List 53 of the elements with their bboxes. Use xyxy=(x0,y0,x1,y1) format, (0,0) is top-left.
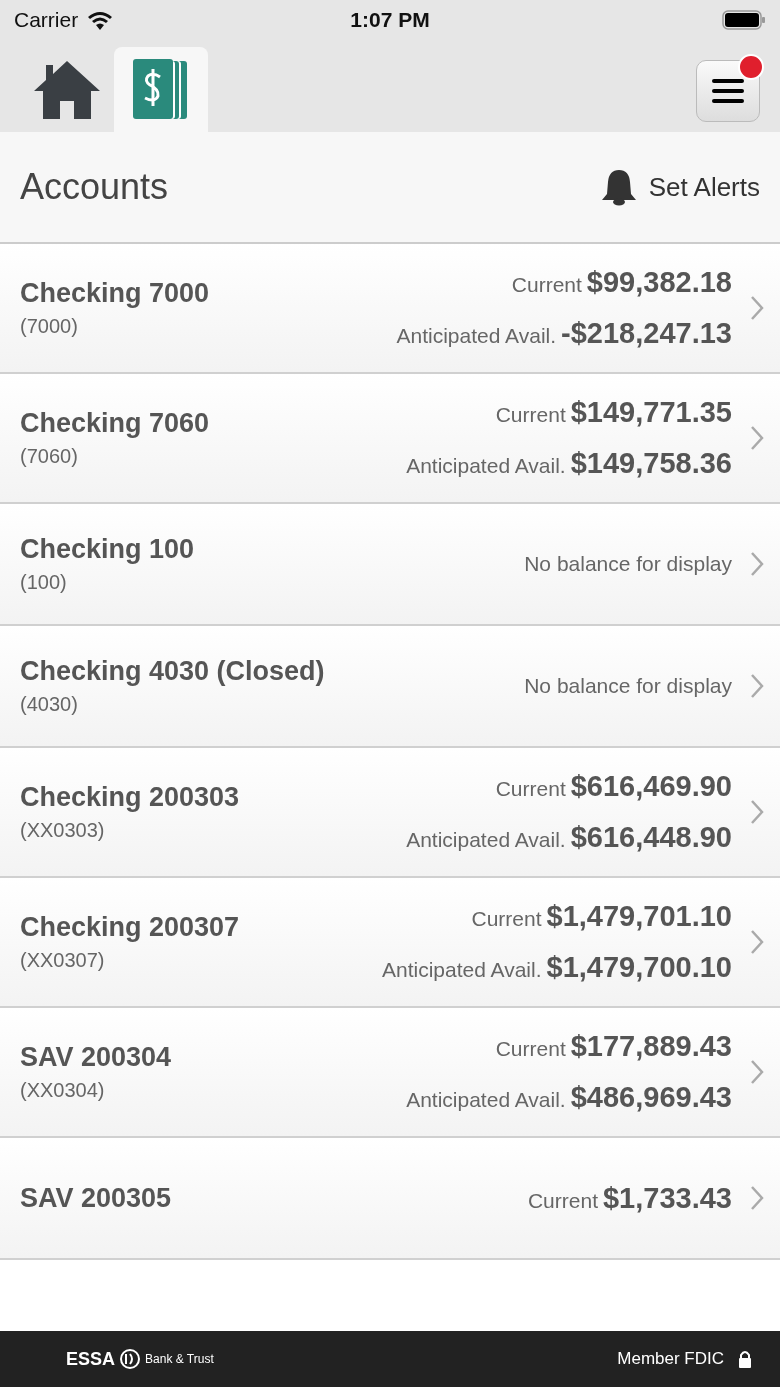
balance-line: Current $616,469.90 xyxy=(495,770,732,803)
member-fdic-label: Member FDIC xyxy=(617,1349,724,1369)
balance-line: Anticipated Avail. -$218,247.13 xyxy=(396,317,732,350)
account-name: Checking 200307 xyxy=(20,912,241,943)
carrier-label: Carrier xyxy=(14,8,79,32)
chevron-icon xyxy=(750,929,764,955)
chevron-icon xyxy=(750,673,764,699)
account-number: (4030) xyxy=(20,693,79,716)
account-number: (7060) xyxy=(20,445,79,468)
chevron-icon xyxy=(750,551,764,577)
account-name: SAV 200305 xyxy=(20,1182,173,1214)
lock-icon xyxy=(738,1350,752,1368)
account-name: Checking 7000 xyxy=(20,278,211,309)
balance-line: Current $1,479,701.10 xyxy=(471,900,732,933)
balance-line: Anticipated Avail. $486,969.43 xyxy=(406,1081,732,1114)
account-name: Checking 200303 xyxy=(20,782,241,813)
brand-logo: ESSA xyxy=(66,1348,116,1370)
set-alerts-button[interactable]: Set Alerts xyxy=(600,168,760,206)
logo-emblem-icon xyxy=(119,1348,142,1370)
account-number: (7000) xyxy=(20,315,79,338)
balance-line: Current $177,889.43 xyxy=(495,1030,732,1063)
clock-time: 1:07 PM xyxy=(350,8,430,32)
menu-button[interactable] xyxy=(696,60,760,122)
chevron-icon xyxy=(750,1185,764,1211)
page-title: Accounts xyxy=(20,166,169,208)
chevron-icon xyxy=(750,295,764,321)
bell-icon xyxy=(600,168,637,206)
account-name: Checking 7060 xyxy=(20,408,211,439)
account-name: Checking 100 xyxy=(20,534,196,565)
dollar-cards-icon xyxy=(133,58,189,121)
chevron-icon xyxy=(750,799,764,825)
account-number: (XX0304) xyxy=(20,1079,106,1102)
account-name: SAV 200304 xyxy=(20,1042,173,1073)
balance-line: Anticipated Avail. $1,479,700.10 xyxy=(381,951,732,984)
balance-line: Anticipated Avail. $616,448.90 xyxy=(406,821,732,854)
tab[interactable] xyxy=(114,47,208,132)
chevron-icon xyxy=(750,425,764,451)
balance-line: Current $1,733.43 xyxy=(527,1181,732,1215)
wifi-icon xyxy=(86,10,115,30)
house-icon xyxy=(32,58,102,121)
balance-line: Current $99,382.18 xyxy=(511,266,732,299)
balance-line: Anticipated Avail. $149,758.36 xyxy=(406,447,732,480)
brand-subtitle: Bank & Trust xyxy=(145,1352,214,1366)
menu-icon xyxy=(712,78,744,104)
no-balance-message: No balance for display xyxy=(524,674,732,698)
account-number: (100) xyxy=(20,571,68,594)
no-balance-message: No balance for display xyxy=(524,552,732,576)
account-name: Checking 4030 (Closed) xyxy=(20,656,326,687)
account-number: (XX0303) xyxy=(20,819,106,842)
account-number: (XX0307) xyxy=(20,949,106,972)
chevron-icon xyxy=(750,1059,764,1085)
balance-line: Current $149,771.35 xyxy=(495,396,732,429)
battery-icon xyxy=(722,10,766,30)
